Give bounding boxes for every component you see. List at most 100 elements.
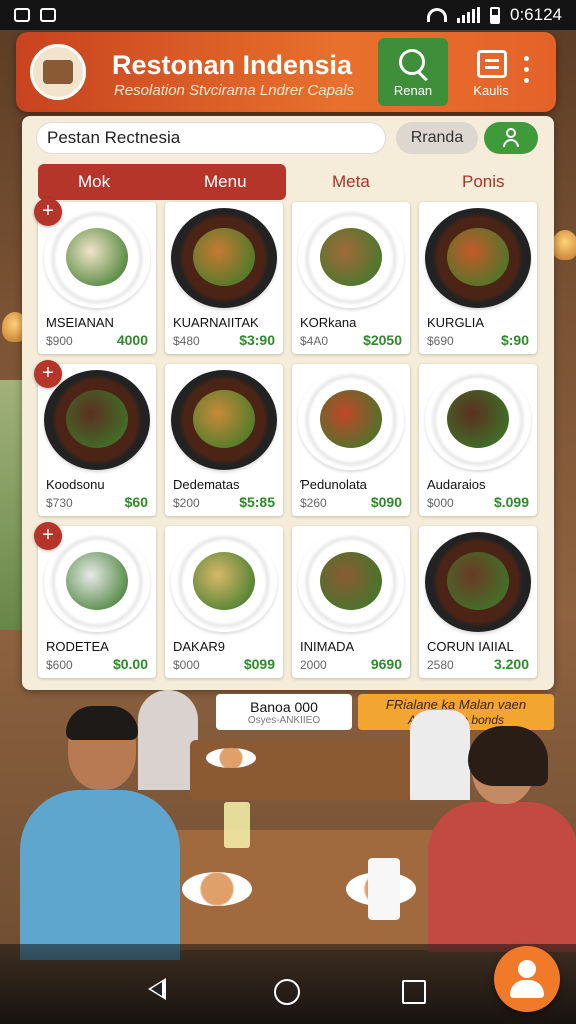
system-nav-bar <box>0 944 576 1024</box>
battery-icon <box>490 6 500 24</box>
plus-icon[interactable]: + <box>34 522 62 550</box>
dish-food <box>193 552 255 610</box>
dish-image <box>425 208 531 308</box>
dish-old-price: 2580 <box>427 658 454 672</box>
dish-card[interactable]: RODETEA $600 $0.00 <box>38 526 156 678</box>
dish-card[interactable]: KURGLIA $690 $:90 <box>419 202 537 354</box>
tab-mok[interactable]: Mok <box>78 172 110 192</box>
dish-name: KORkana <box>300 315 357 330</box>
dish-name: MSEIANAN <box>46 315 114 330</box>
dish-food <box>447 390 509 448</box>
user-icon <box>518 960 536 978</box>
dish-image <box>44 208 150 308</box>
dish-image <box>298 370 404 470</box>
dish-price: $2050 <box>363 332 402 348</box>
dish-image <box>171 208 277 308</box>
dish-image <box>44 532 150 632</box>
plus-icon[interactable]: + <box>34 198 62 226</box>
dish-card[interactable]: MSEIANAN $900 4000 <box>38 202 156 354</box>
dish-name: INIMADA <box>300 639 355 654</box>
more-icon[interactable] <box>524 56 530 86</box>
dish-price: $.099 <box>493 494 529 510</box>
dish-name: Dedematas <box>173 477 240 492</box>
dish-food <box>66 552 128 610</box>
dish-image <box>425 370 531 470</box>
notification-icon <box>40 8 56 22</box>
dish-card[interactable]: Audaraios $000 $.099 <box>419 364 537 516</box>
status-bar: 0:6124 <box>0 0 576 30</box>
tab-menu[interactable]: Menu <box>204 172 247 192</box>
dish-food <box>320 390 382 448</box>
dish-card[interactable]: Dedematas $200 $5:85 <box>165 364 283 516</box>
lamp-right <box>552 230 576 260</box>
back-icon[interactable] <box>148 978 166 1000</box>
tab-active-group[interactable]: Mok Menu <box>38 164 286 200</box>
dish-image <box>44 370 150 470</box>
dish-old-price: $900 <box>46 334 73 348</box>
dish-price: 3.200 <box>493 656 529 672</box>
dish-food <box>66 390 128 448</box>
dish-old-price: $730 <box>46 496 73 510</box>
dish-card[interactable]: KORkana $4A0 $2050 <box>292 202 410 354</box>
search-nav-label: Renan <box>393 83 433 98</box>
window-plants <box>0 380 22 630</box>
dish-food <box>193 390 255 448</box>
search-input[interactable]: Pestan Rectnesia <box>36 122 386 154</box>
category-tabs: Mok Menu Meta Ponis <box>38 164 538 200</box>
tab-ponis[interactable]: Ponis <box>462 172 505 192</box>
dish-food <box>320 228 382 286</box>
dish-image <box>171 370 277 470</box>
drink-glass <box>224 802 250 848</box>
list-icon <box>477 50 507 78</box>
filter-pill[interactable]: Rranda <box>396 122 478 154</box>
dish-name: KUARNAIITAK <box>173 315 259 330</box>
dish-image <box>298 208 404 308</box>
dish-old-price: $4A0 <box>300 334 329 348</box>
dish-card[interactable]: INIMADA 2000 9690 <box>292 526 410 678</box>
dish-price: $3:90 <box>239 332 275 348</box>
dish-old-price: $200 <box>173 496 200 510</box>
dish-old-price: $000 <box>173 658 200 672</box>
dish-old-price: $600 <box>46 658 73 672</box>
dish-card[interactable]: DAKAR9 $000 $099 <box>165 526 283 678</box>
dish-card[interactable]: CORUN IAIIAL 2580 3.200 <box>419 526 537 678</box>
dish-image <box>171 532 277 632</box>
wifi-icon <box>427 8 447 22</box>
dish-food <box>447 552 509 610</box>
drink-cup <box>368 858 400 920</box>
dish-card[interactable]: Ƥedunolata $260 $090 <box>292 364 410 516</box>
dish-name: RODETEA <box>46 639 109 654</box>
recent-apps-icon[interactable] <box>402 980 426 1004</box>
dish-price: $:90 <box>500 332 529 348</box>
dish-name: Koodsonu <box>46 477 105 492</box>
dish-old-price: $690 <box>427 334 454 348</box>
status-time: 0:6124 <box>510 5 562 24</box>
restaurant-logo <box>30 44 86 100</box>
list-nav-label: Kaulis <box>473 83 509 98</box>
app-title: Restonan Indensia <box>112 50 353 80</box>
dish-price: 9690 <box>370 656 402 672</box>
account-fab[interactable] <box>494 946 560 1012</box>
app-header: Restonan Indensia Resolation Stvcirama L… <box>16 32 556 112</box>
dish-price: $0.00 <box>112 656 148 672</box>
dish-food <box>66 228 128 286</box>
menu-panel: Pestan Rectnesia Rranda Mok Menu Meta Po… <box>22 116 554 690</box>
dish-card[interactable]: Koodsonu $730 $60 <box>38 364 156 516</box>
dish-price: $099 <box>243 656 275 672</box>
profile-button[interactable] <box>484 122 538 154</box>
user-icon <box>502 128 520 148</box>
dish-card[interactable]: KUARNAIITAK $480 $3:90 <box>165 202 283 354</box>
table-dish <box>182 872 252 906</box>
plus-icon[interactable]: + <box>34 360 62 388</box>
dish-name: KURGLIA <box>427 315 485 330</box>
dish-price: 4000 <box>116 332 148 348</box>
dish-name: CORUN IAIIAL <box>427 639 514 654</box>
search-icon <box>399 49 425 75</box>
search-nav-button[interactable]: Renan <box>378 38 448 106</box>
dish-food <box>193 228 255 286</box>
tab-meta[interactable]: Meta <box>332 172 370 192</box>
list-nav-button[interactable]: Kaulis <box>456 38 526 106</box>
dish-food <box>447 228 509 286</box>
dish-price: $5:85 <box>239 494 275 510</box>
home-icon[interactable] <box>274 979 300 1005</box>
